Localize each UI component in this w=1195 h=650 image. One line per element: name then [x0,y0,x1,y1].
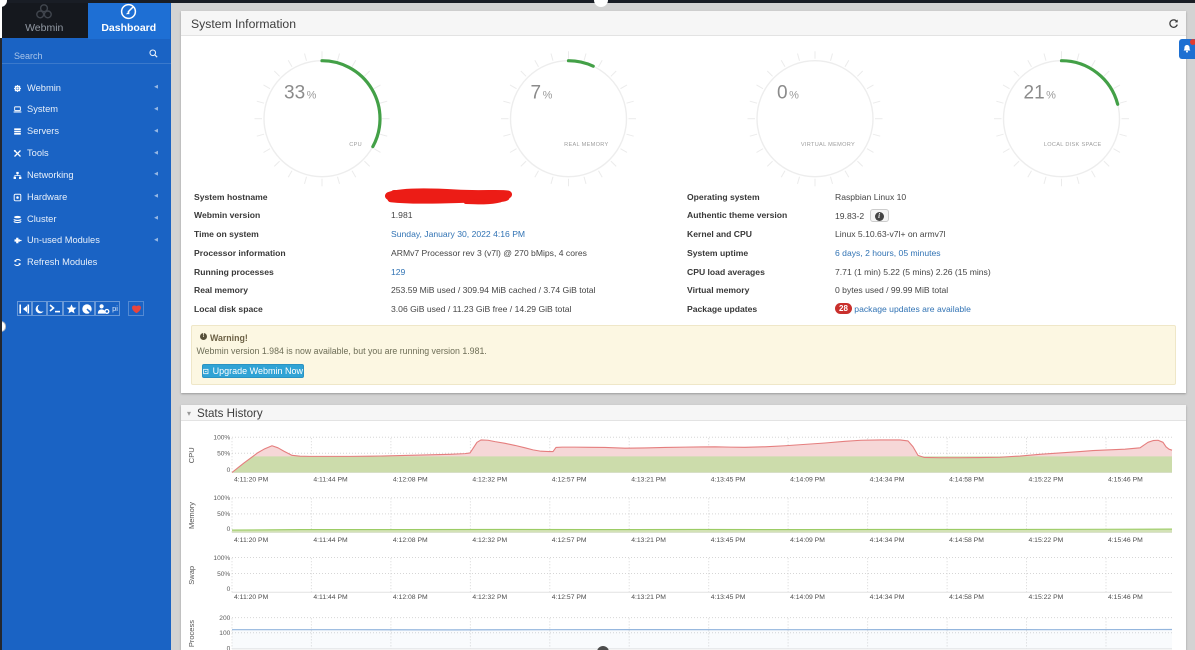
svg-text:4:12:32 PM: 4:12:32 PM [472,537,507,544]
svg-text:4:13:21 PM: 4:13:21 PM [631,537,666,544]
svg-text:4:14:58 PM: 4:14:58 PM [949,537,984,544]
svg-text:4:12:08 PM: 4:12:08 PM [393,477,428,484]
svg-text:0: 0 [227,526,231,533]
svg-text:4:11:44 PM: 4:11:44 PM [313,477,348,484]
svg-text:4:13:45 PM: 4:13:45 PM [711,477,746,484]
svg-text:4:14:09 PM: 4:14:09 PM [790,537,825,544]
svg-text:4:12:32 PM: 4:12:32 PM [472,594,507,601]
svg-text:Swap: Swap [187,566,196,585]
svg-text:200: 200 [219,615,230,622]
svg-text:4:12:57 PM: 4:12:57 PM [552,594,587,601]
svg-text:4:12:08 PM: 4:12:08 PM [393,594,428,601]
svg-text:4:14:34 PM: 4:14:34 PM [870,537,905,544]
svg-text:4:11:20 PM: 4:11:20 PM [234,537,269,544]
svg-text:4:14:09 PM: 4:14:09 PM [790,594,825,601]
svg-text:4:13:45 PM: 4:13:45 PM [711,594,746,601]
svg-text:4:13:21 PM: 4:13:21 PM [631,477,666,484]
svg-text:4:15:46 PM: 4:15:46 PM [1108,537,1143,544]
svg-text:4:15:46 PM: 4:15:46 PM [1108,594,1143,601]
svg-text:4:14:34 PM: 4:14:34 PM [870,594,905,601]
svg-text:4:15:22 PM: 4:15:22 PM [1029,477,1064,484]
svg-text:Memory: Memory [187,502,196,529]
svg-text:4:14:58 PM: 4:14:58 PM [949,594,984,601]
svg-text:100%: 100% [213,555,230,562]
svg-text:4:11:20 PM: 4:11:20 PM [234,477,269,484]
svg-text:50%: 50% [217,571,230,578]
svg-text:4:14:34 PM: 4:14:34 PM [870,477,905,484]
svg-text:0: 0 [227,586,231,593]
svg-text:4:15:22 PM: 4:15:22 PM [1029,594,1064,601]
svg-text:4:15:46 PM: 4:15:46 PM [1108,477,1143,484]
svg-text:100%: 100% [213,435,230,442]
svg-text:50%: 50% [217,451,230,458]
svg-text:4:13:45 PM: 4:13:45 PM [711,537,746,544]
svg-text:0: 0 [227,645,231,650]
svg-text:4:12:57 PM: 4:12:57 PM [552,477,587,484]
svg-text:Process: Process [187,620,196,647]
svg-text:50%: 50% [217,511,230,518]
svg-text:4:13:21 PM: 4:13:21 PM [631,594,666,601]
svg-text:100%: 100% [213,495,230,502]
svg-text:4:12:32 PM: 4:12:32 PM [472,477,507,484]
svg-text:100: 100 [219,630,230,637]
svg-text:4:14:58 PM: 4:14:58 PM [949,477,984,484]
svg-text:4:15:22 PM: 4:15:22 PM [1029,537,1064,544]
svg-text:4:11:44 PM: 4:11:44 PM [313,537,348,544]
svg-text:4:12:08 PM: 4:12:08 PM [393,537,428,544]
svg-text:4:14:09 PM: 4:14:09 PM [790,477,825,484]
svg-text:0: 0 [227,467,231,474]
svg-text:4:12:57 PM: 4:12:57 PM [552,537,587,544]
svg-text:4:11:44 PM: 4:11:44 PM [313,594,348,601]
svg-text:CPU: CPU [187,447,196,463]
svg-text:4:11:20 PM: 4:11:20 PM [234,594,269,601]
